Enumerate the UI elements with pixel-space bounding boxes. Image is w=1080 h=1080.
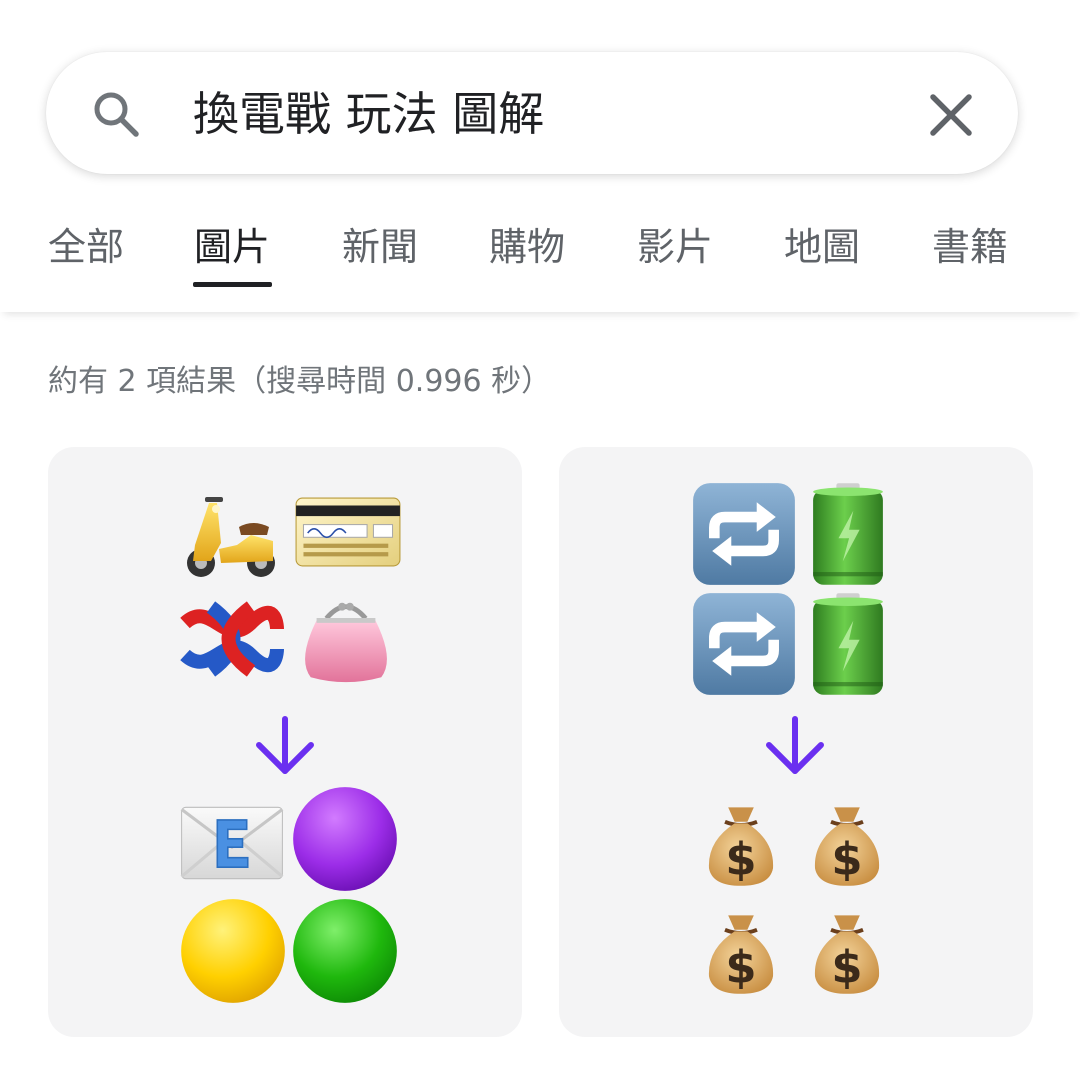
- purple-circle-icon: [291, 785, 399, 893]
- credit-card-icon: [295, 497, 401, 567]
- e-mail-icon: [179, 801, 285, 885]
- tab-videos[interactable]: 影片: [637, 212, 713, 282]
- battery-icon: [811, 481, 885, 587]
- tab-books[interactable]: 書籍: [932, 212, 1008, 282]
- down-arrow-icon: [256, 716, 314, 774]
- close-icon[interactable]: [922, 86, 980, 144]
- tab-shopping[interactable]: 購物: [489, 212, 565, 282]
- yellow-circle-icon: [179, 897, 287, 1005]
- motor-scooter-icon: [178, 483, 284, 583]
- repeat-button-icon: [691, 591, 797, 697]
- image-result-2[interactable]: [559, 447, 1033, 1037]
- tab-all[interactable]: 全部: [48, 212, 124, 282]
- down-arrow-icon: [766, 716, 824, 774]
- money-bag-icon: [701, 903, 781, 1003]
- search-icon[interactable]: [90, 88, 142, 140]
- tab-news[interactable]: 新聞: [342, 212, 418, 282]
- tab-maps[interactable]: 地圖: [784, 212, 860, 282]
- active-tab-indicator: [193, 282, 272, 287]
- money-bag-icon: [807, 903, 887, 1003]
- tab-images[interactable]: 圖片: [194, 212, 270, 282]
- battery-icon: [811, 591, 885, 697]
- repeat-button-icon: [691, 481, 797, 587]
- tab-bar: 全部 圖片 新聞 購物 影片 地圖 書籍: [0, 212, 1080, 292]
- purse-icon: [293, 591, 399, 689]
- result-stats: 約有 2 項結果（搜尋時間 0.996 秒）: [48, 364, 552, 399]
- green-circle-icon: [291, 897, 399, 1005]
- money-bag-icon: [807, 795, 887, 895]
- knot-icon: [178, 589, 284, 689]
- image-result-1[interactable]: [48, 447, 522, 1037]
- header: 換電戰 玩法 圖解 全部 圖片 新聞 購物 影片 地圖 書籍: [0, 0, 1080, 312]
- search-input[interactable]: 換電戰 玩法 圖解: [193, 82, 544, 146]
- money-bag-icon: [701, 795, 781, 895]
